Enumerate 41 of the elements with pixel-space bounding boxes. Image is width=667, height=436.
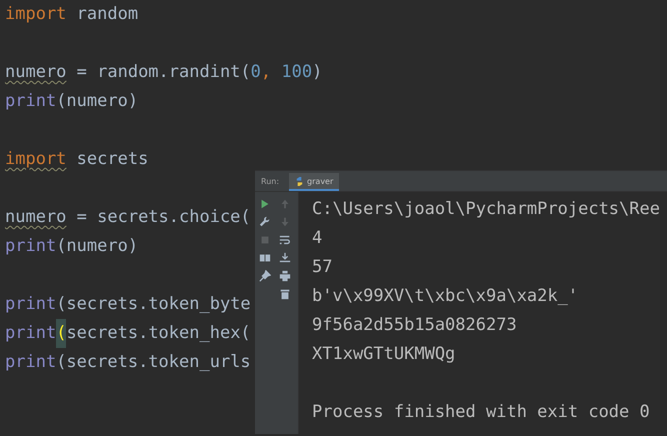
code-token: print	[5, 322, 56, 345]
code-token: numero	[5, 61, 66, 84]
console-output-line: 4	[312, 228, 322, 248]
console-output-line: XT1xwGTtUKMWQg	[312, 344, 456, 364]
code-token: print	[5, 293, 56, 316]
code-token: import	[5, 148, 66, 171]
code-token: 100	[281, 61, 312, 84]
print-icon[interactable]	[279, 270, 291, 282]
python-icon	[295, 176, 304, 186]
code-token: secrets.token_hex(	[66, 322, 251, 345]
run-label: Run:	[261, 176, 280, 186]
code-token: = random.randint(	[76, 61, 251, 84]
run-icon[interactable]	[259, 198, 271, 210]
code-token: 0	[250, 61, 261, 84]
code-token: = secrets.choice(	[76, 206, 251, 229]
console-output-line: 57	[312, 257, 332, 277]
code-token: )	[312, 61, 322, 84]
console-output-line: C:\Users\joaol\PycharmProjects\Ree	[312, 199, 660, 219]
wrench-icon[interactable]	[259, 216, 271, 228]
code-token: secrets	[76, 148, 148, 171]
trash-icon[interactable]	[279, 288, 291, 300]
code-token: import	[5, 3, 66, 26]
console-output-line: Process finished with exit code 0	[312, 402, 650, 422]
run-tab[interactable]: graver	[289, 173, 340, 191]
scroll-to-end-icon[interactable]	[279, 252, 291, 264]
code-token: (numero)	[56, 90, 138, 113]
layout-icon[interactable]	[259, 252, 271, 264]
code-token: (	[56, 319, 66, 348]
code-token: (secrets.token_urls	[56, 351, 251, 374]
wrap-icon[interactable]	[279, 234, 291, 246]
pin-icon[interactable]	[259, 270, 271, 282]
code-token: (numero)	[56, 235, 138, 258]
code-token: numero	[5, 206, 66, 229]
code-token: random	[76, 3, 138, 26]
code-token: print	[5, 351, 56, 374]
code-token: print	[5, 90, 56, 113]
console-output-line: 9f56a2d55b15a0826273	[312, 315, 517, 335]
code-token: ,	[260, 61, 272, 84]
code-token: print	[5, 235, 56, 258]
console-output-line: b'v\x99XV\t\xbc\x9a\xa2k_'	[312, 286, 578, 306]
code-token: (secrets.token_byte	[56, 293, 251, 316]
